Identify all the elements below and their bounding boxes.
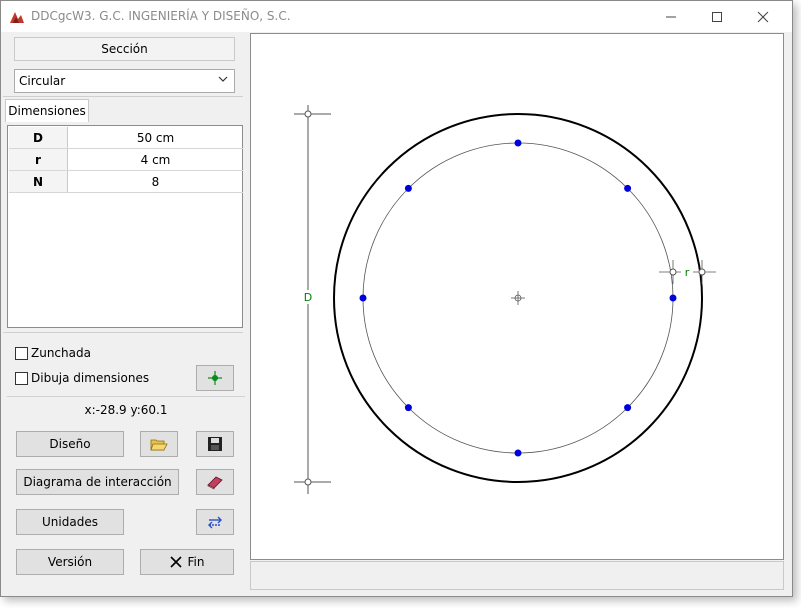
maximize-icon — [712, 11, 722, 22]
checkbox-box[interactable] — [15, 371, 28, 385]
fin-label: Fin — [187, 555, 205, 569]
grid-row-n[interactable]: N 8 — [9, 171, 243, 193]
rebar-dot[interactable] — [514, 139, 522, 147]
rebar-dot[interactable] — [624, 404, 632, 412]
dimension-d-handle-bottom[interactable] — [304, 478, 312, 486]
dimension-d-handle-top[interactable] — [304, 110, 312, 118]
dibuja-dimensiones-label: Dibuja dimensiones — [31, 371, 150, 385]
close-icon — [757, 11, 769, 22]
grid-key: r — [9, 149, 68, 170]
rebar-dot[interactable] — [359, 294, 367, 302]
grid-value[interactable]: 50 cm — [68, 127, 243, 148]
dibuja-dimensiones-checkbox[interactable]: Dibuja dimensiones — [15, 371, 149, 385]
drawing-canvas[interactable]: D r — [250, 33, 784, 560]
section-header: Sección — [14, 37, 235, 61]
left-panel: Sección Circular Dimensiones D 50 cm r 4… — [3, 33, 247, 591]
divider — [3, 332, 243, 333]
section-type-value: Circular — [19, 74, 66, 88]
dimensions-grid: D 50 cm r 4 cm N 8 — [7, 125, 243, 328]
save-button[interactable] — [196, 431, 234, 457]
diagrama-interaccion-button[interactable]: Diagrama de interacción — [16, 469, 179, 495]
open-folder-icon — [150, 439, 168, 451]
zunchada-checkbox[interactable]: Zunchada — [15, 346, 91, 360]
coordinates-readout: x:-28.9 y:60.1 — [7, 396, 245, 422]
book-icon — [207, 476, 223, 490]
grid-row-r[interactable]: r 4 cm — [9, 149, 243, 171]
crosshair-button[interactable] — [196, 365, 234, 391]
minimize-button[interactable] — [648, 1, 694, 32]
title-bar[interactable]: DDCgcW3. G.C. INGENIERÍA Y DISEÑO, S.C. — [1, 1, 792, 32]
chevron-down-icon — [218, 76, 228, 82]
minimize-icon — [666, 16, 676, 17]
section-drawing[interactable]: D r — [251, 34, 783, 559]
swap-button[interactable] — [196, 509, 234, 535]
status-bar — [250, 561, 784, 590]
window-title: DDCgcW3. G.C. INGENIERÍA Y DISEÑO, S.C. — [31, 9, 291, 23]
divider — [3, 96, 243, 97]
maximize-button[interactable] — [694, 1, 740, 32]
grid-value[interactable]: 4 cm — [68, 149, 243, 170]
rebar-dot[interactable] — [404, 184, 412, 192]
rebar-dot[interactable] — [669, 294, 677, 302]
app-logo-icon — [10, 12, 24, 23]
diseno-button[interactable]: Diseño — [16, 431, 124, 457]
grid-value[interactable]: 8 — [68, 171, 243, 192]
section-type-select[interactable]: Circular — [14, 69, 235, 93]
close-x-icon — [169, 556, 182, 568]
swap-arrows-icon — [208, 516, 222, 529]
zunchada-label: Zunchada — [31, 346, 91, 360]
dimension-r-label: r — [685, 266, 690, 279]
dimension-r-handle-right[interactable] — [698, 268, 706, 276]
save-icon — [208, 437, 222, 451]
fin-button[interactable]: Fin — [140, 549, 234, 575]
unidades-button[interactable]: Unidades — [16, 509, 124, 535]
book-button[interactable] — [196, 469, 234, 495]
crosshair-icon — [208, 371, 222, 385]
grid-key: D — [9, 127, 68, 148]
open-button[interactable] — [140, 431, 178, 457]
app-window: DDCgcW3. G.C. INGENIERÍA Y DISEÑO, S.C. … — [0, 0, 793, 597]
rebar-dot[interactable] — [514, 449, 522, 457]
dimension-r-handle-left[interactable] — [669, 268, 677, 276]
tab-dimensiones[interactable]: Dimensiones — [5, 99, 89, 122]
checkbox-box[interactable] — [15, 346, 28, 360]
rebar-dot[interactable] — [624, 184, 632, 192]
grid-key: N — [9, 171, 68, 192]
rebar-dot[interactable] — [404, 404, 412, 412]
close-button[interactable] — [740, 1, 786, 32]
dimension-d-label: D — [304, 291, 312, 304]
version-button[interactable]: Versión — [16, 549, 124, 575]
grid-row-d[interactable]: D 50 cm — [9, 127, 243, 149]
